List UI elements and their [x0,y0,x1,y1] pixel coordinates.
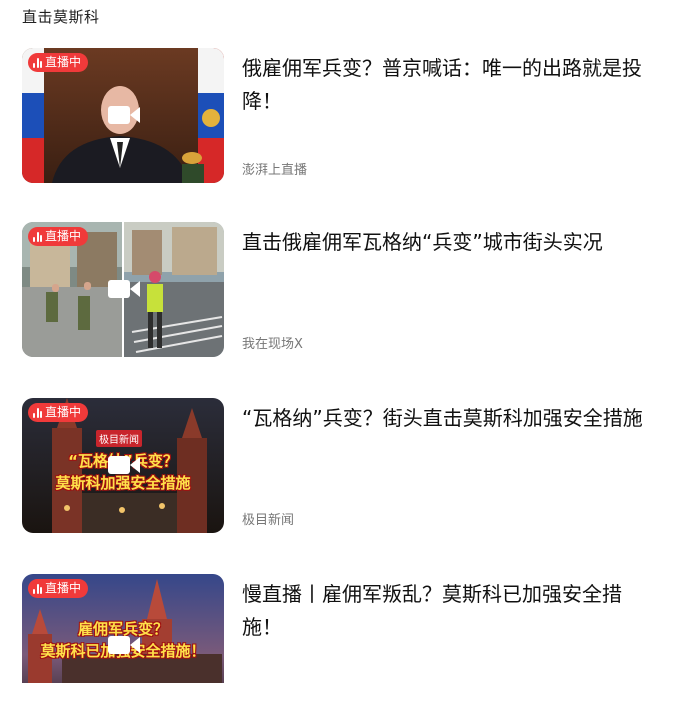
video-camera-icon [108,106,140,124]
video-camera-icon [108,456,140,474]
video-thumbnail[interactable]: 直播中 [22,48,224,183]
media-logo: 极目新闻 [96,430,142,447]
live-badge: 直播中 [28,53,89,72]
feed-item[interactable]: 直播中 俄雇佣军兵变？普京喊话：唯一的出路就是投降！ 澎湃上直播 [22,48,662,183]
live-badge: 直播中 [28,227,89,246]
item-title[interactable]: “瓦格纳”兵变？街头直击莫斯科加强安全措施 [242,402,652,435]
item-title[interactable]: 慢直播丨雇佣军叛乱？莫斯科已加强安全措施！ [242,578,652,644]
item-title[interactable]: 俄雇佣军兵变？普京喊话：唯一的出路就是投降！ [242,52,652,118]
video-thumbnail[interactable]: 雇佣军兵变？ 莫斯科已加强安全措施！ 直播中 [22,574,224,683]
video-camera-icon [108,636,140,654]
item-source[interactable]: 我在现场X [242,333,303,352]
live-badge-label: 直播中 [45,55,82,69]
feed-item[interactable]: 雇佣军兵变？ 莫斯科已加强安全措施！ 直播中 慢直播丨雇佣军叛乱？莫斯科已加强安… [22,574,662,709]
live-bars-icon [33,407,42,418]
video-camera-icon [108,280,140,298]
live-badge-label: 直播中 [45,405,82,419]
feed-item[interactable]: 直播中 直击俄雇佣军瓦格纳“兵变”城市街头实况 我在现场X [22,222,662,357]
video-thumbnail[interactable]: 极目新闻 “瓦格纳”兵变？ 莫斯科加强安全措施 直播中 [22,398,224,533]
live-badge: 直播中 [28,403,89,422]
video-thumbnail[interactable]: 直播中 [22,222,224,357]
live-bars-icon [33,583,42,594]
section-title: 直击莫斯科 [22,8,100,26]
live-badge-label: 直播中 [45,581,82,595]
item-title[interactable]: 直击俄雇佣军瓦格纳“兵变”城市街头实况 [242,226,652,259]
live-bars-icon [33,231,42,242]
live-badge-label: 直播中 [45,229,82,243]
live-badge: 直播中 [28,579,89,598]
feed-item[interactable]: 极目新闻 “瓦格纳”兵变？ 莫斯科加强安全措施 直播中 “瓦格纳”兵变？街头直击… [22,398,662,533]
item-source[interactable]: 极目新闻 [242,509,294,528]
item-source[interactable]: 澎湃上直播 [242,159,307,178]
live-bars-icon [33,57,42,68]
